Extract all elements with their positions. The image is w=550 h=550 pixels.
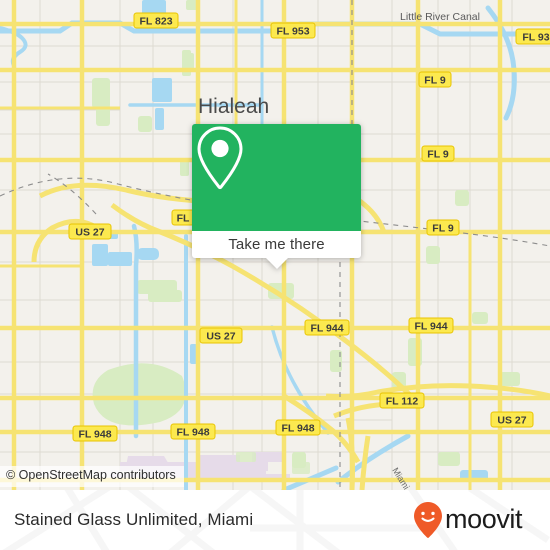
popup-pointer	[265, 258, 288, 269]
moovit-logo[interactable]: moovit	[413, 501, 537, 539]
map-pin-icon	[197, 126, 243, 190]
route-shield: FL 9	[418, 71, 452, 88]
route-shield: US 27	[68, 223, 112, 240]
popup-header	[192, 124, 361, 231]
route-shield: US 27	[490, 411, 534, 428]
route-shield: FL 948	[275, 419, 321, 436]
svg-text:FL 9: FL 9	[427, 149, 449, 161]
svg-text:FL 948: FL 948	[78, 429, 111, 441]
place-title: Stained Glass Unlimited, Miami	[14, 510, 254, 529]
route-shield: FL 948	[72, 425, 118, 442]
map-canvas[interactable]: .rd { stroke:#f6e372; stroke-linecap:but…	[0, 0, 550, 490]
svg-text:FL 953: FL 953	[276, 26, 309, 38]
route-shield: FL 944	[304, 319, 350, 336]
map-city-label: Hialeah	[198, 95, 269, 118]
moovit-wordmark-text: moovit	[445, 505, 523, 534]
route-shield: US 27	[199, 327, 243, 344]
svg-text:FL 823: FL 823	[139, 16, 172, 28]
route-shield: FL 112	[379, 392, 425, 409]
map-water-label: Little River Canal	[400, 11, 480, 23]
svg-text:FL: FL	[177, 213, 190, 225]
svg-text:FL 948: FL 948	[176, 427, 209, 439]
route-shield: FL 823	[133, 12, 179, 29]
svg-text:FL 9: FL 9	[432, 223, 454, 235]
route-shield: FL 944	[408, 317, 454, 334]
svg-text:US 27: US 27	[497, 415, 526, 427]
place-popup[interactable]: Take me there	[192, 124, 361, 269]
svg-text:FL 944: FL 944	[310, 323, 343, 335]
osm-attribution[interactable]: © OpenStreetMap contributors	[0, 466, 184, 487]
svg-text:FL 944: FL 944	[414, 321, 447, 333]
route-shield: FL 948	[170, 423, 216, 440]
svg-text:FL 9: FL 9	[424, 75, 446, 87]
svg-text:US 27: US 27	[75, 227, 104, 239]
route-shield: FL 9	[421, 145, 455, 162]
footer-bar: Stained Glass Unlimited, Miami moovit	[0, 490, 550, 550]
route-shield: FL 953	[270, 22, 316, 39]
svg-text:FL 112: FL 112	[386, 396, 419, 408]
take-me-there-label: Take me there	[228, 236, 325, 253]
popup-action[interactable]: Take me there	[192, 231, 361, 269]
route-shield: FL 93	[515, 28, 550, 45]
moovit-place-card: .rd { stroke:#f6e372; stroke-linecap:but…	[0, 0, 550, 550]
moovit-pin-icon	[414, 502, 442, 538]
moovit-wordmark: moovit	[445, 505, 523, 534]
route-shield: FL 9	[426, 219, 460, 236]
svg-text:FL 93: FL 93	[522, 32, 549, 44]
route-shield: FL	[171, 209, 195, 226]
svg-text:US 27: US 27	[206, 331, 235, 343]
svg-text:FL 948: FL 948	[281, 423, 314, 435]
